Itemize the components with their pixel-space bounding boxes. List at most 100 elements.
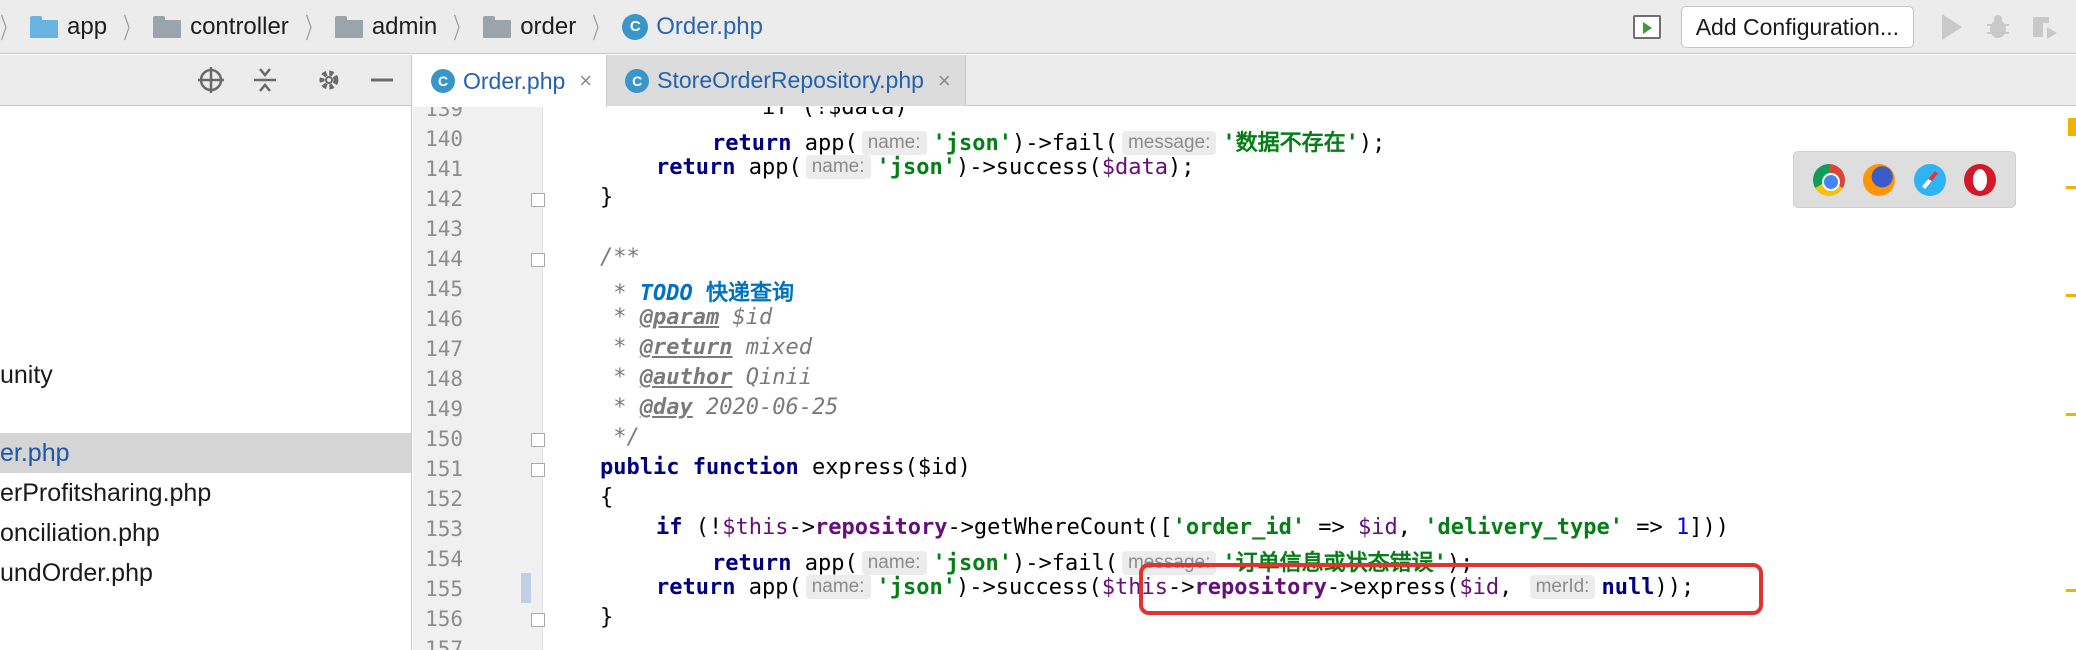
code-text: app(	[735, 155, 802, 180]
breadcrumb-item-file[interactable]: C Order.php	[622, 0, 763, 54]
breadcrumb-label: controller	[190, 12, 289, 40]
tree-item-label: er.php	[0, 439, 70, 467]
code-text: }	[600, 185, 614, 210]
code-text: express($id)	[798, 455, 971, 480]
code-line-149: * @day 2020-06-25	[600, 395, 838, 420]
comment: *	[600, 305, 640, 330]
tree-item[interactable]: onciliation.php	[0, 513, 160, 553]
breadcrumb-label: app	[67, 12, 108, 40]
safari-icon[interactable]	[1913, 163, 1946, 196]
comment: $id	[719, 305, 773, 330]
code-text: );	[1358, 131, 1386, 156]
add-configuration-button[interactable]: Add Configuration...	[1680, 6, 1914, 48]
parameter-hint: name:	[861, 131, 927, 155]
parameter-hint: message:	[1121, 131, 1217, 155]
breadcrumb-separator: 〉	[592, 12, 608, 44]
opera-icon[interactable]	[1963, 163, 1996, 196]
run-icon[interactable]	[1934, 9, 1970, 45]
breadcrumb-separator: 〉	[123, 12, 139, 44]
code-text: )->success(	[956, 155, 1102, 180]
comment: mixed	[732, 335, 812, 360]
locate-icon[interactable]	[196, 65, 226, 95]
tree-item-label: erProfitsharing.php	[0, 479, 212, 507]
breadcrumb-separator: 〉	[453, 12, 469, 44]
code-text: ->	[788, 515, 815, 540]
breadcrumb-item-app[interactable]: app 〉	[30, 0, 153, 54]
code-text: app(	[735, 575, 802, 600]
editor-tabs: C Order.php × C StoreOrderRepository.php…	[413, 55, 2076, 107]
string-literal: 'order_id'	[1172, 515, 1306, 540]
tree-item[interactable]: unity	[0, 355, 53, 395]
code-text: );	[1167, 155, 1195, 180]
project-panel: unity er.php erProfitsharing.php oncilia…	[0, 55, 412, 650]
code-line-145: * TODO 快递查询	[600, 275, 794, 307]
tree-item-label: unity	[0, 361, 53, 389]
keyword: return	[712, 551, 792, 576]
code-line-142: }	[600, 185, 613, 210]
code-text: }	[600, 605, 614, 630]
chrome-icon[interactable]	[1813, 163, 1846, 196]
folder-icon	[483, 15, 512, 38]
code-line-146: * @param $id	[600, 305, 772, 330]
parameter-hint: name:	[805, 155, 871, 179]
code-text: )->fail(	[1012, 551, 1118, 576]
tab-order-php[interactable]: C Order.php ×	[413, 55, 608, 107]
close-icon[interactable]: ×	[938, 68, 951, 94]
warning-marker[interactable]	[2068, 118, 2076, 136]
code-line-153: if (!$this->repository->getWhereCount(['…	[656, 515, 1729, 540]
hide-panel-icon[interactable]	[367, 65, 397, 95]
code-line-144: /**	[600, 245, 640, 270]
tree-item[interactable]: erProfitsharing.php	[0, 473, 211, 513]
tab-label: StoreOrderRepository.php	[657, 67, 924, 93]
breadcrumb-label: Order.php	[656, 12, 763, 40]
navigation-bar: 〉 app 〉 controller 〉 admin 〉 order 〉 C O…	[0, 0, 2076, 54]
scroll-marker[interactable]	[2066, 186, 2076, 189]
breadcrumb-item-order[interactable]: order 〉	[483, 0, 622, 54]
close-icon[interactable]: ×	[579, 68, 592, 94]
tree-item-selected[interactable]: er.php	[0, 433, 411, 473]
string-literal: 'json'	[932, 131, 1013, 156]
comment: Qinii	[732, 365, 812, 390]
breadcrumb: 〉 app 〉 controller 〉 admin 〉 order 〉 C O…	[0, 0, 763, 54]
string-literal: '数据不存在'	[1222, 131, 1359, 156]
code-text: )->success(	[956, 575, 1102, 600]
keyword: public	[600, 455, 680, 480]
folder-icon	[30, 15, 59, 38]
breadcrumb-item-controller[interactable]: controller 〉	[153, 0, 335, 54]
string-literal: 'delivery_type'	[1424, 515, 1623, 540]
project-toolbar	[0, 55, 411, 106]
firefox-icon[interactable]	[1863, 163, 1896, 196]
parameter-hint: name:	[805, 575, 871, 599]
tab-storeorderrepository-php[interactable]: C StoreOrderRepository.php ×	[607, 55, 966, 106]
comment: *	[600, 395, 640, 420]
string-literal: 'json'	[932, 551, 1013, 576]
scroll-marker[interactable]	[2066, 294, 2076, 297]
code-line-147: * @return mixed	[600, 335, 812, 360]
breadcrumb-item-admin[interactable]: admin 〉	[334, 0, 483, 54]
doc-tag: @author	[639, 365, 733, 390]
comment: *	[600, 335, 640, 360]
run-with-coverage-icon[interactable]	[2026, 9, 2062, 45]
code-text: (!	[682, 515, 723, 540]
run-console-icon[interactable]	[1632, 15, 1661, 39]
doc-tag: @return	[639, 335, 733, 360]
number-literal: 1	[1675, 515, 1690, 540]
doc-tag: @param	[639, 305, 720, 330]
string-literal: 'json'	[876, 155, 957, 180]
doc-tag: @day	[639, 395, 693, 420]
tree-item[interactable]: undOrder.php	[0, 553, 153, 593]
tree-item-label: undOrder.php	[0, 559, 153, 587]
code-text: )->fail(	[1012, 131, 1118, 156]
gear-icon[interactable]	[314, 65, 344, 95]
annotation-highlight-box	[1139, 563, 1763, 615]
scroll-marker[interactable]	[2066, 589, 2076, 592]
folder-icon	[153, 15, 182, 38]
scroll-marker[interactable]	[2066, 413, 2076, 416]
code-text: ->getWhereCount([	[947, 515, 1173, 540]
debug-icon[interactable]	[1980, 9, 2016, 45]
comment: *	[600, 281, 640, 306]
code-line-151: public function express($id)	[600, 455, 971, 480]
code-line-150: */	[600, 425, 640, 450]
collapse-all-icon[interactable]	[250, 65, 280, 95]
code-line-139: if (!$data)	[656, 107, 908, 120]
